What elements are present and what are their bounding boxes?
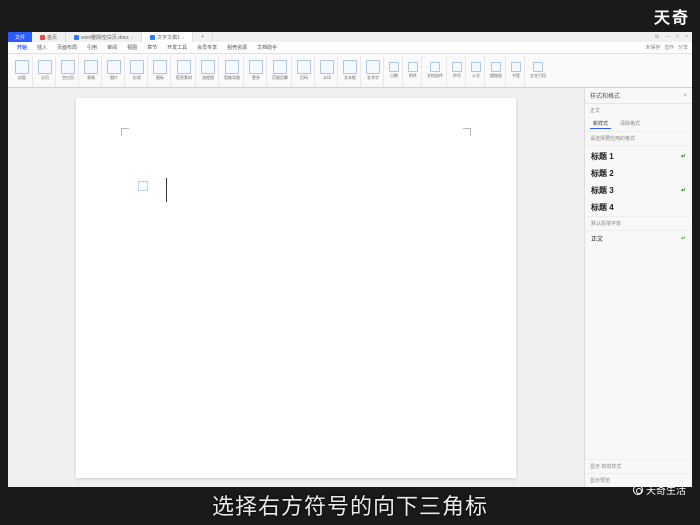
watermark-top: 天奇	[654, 4, 690, 28]
ribbon-attach[interactable]: 附件	[405, 56, 422, 86]
file-menu-button[interactable]: 文件	[8, 32, 32, 42]
tab-doc2[interactable]: 文字文稿1 ×	[142, 32, 193, 42]
close-icon[interactable]: ×	[182, 35, 184, 40]
current-style: 正文	[585, 104, 692, 117]
page[interactable]	[76, 98, 516, 478]
menu-sections[interactable]: 章节	[142, 44, 162, 51]
style-heading2[interactable]: 标题 2	[585, 165, 692, 182]
new-tab-button[interactable]: +	[193, 32, 213, 42]
ribbon-picture[interactable]: 图片	[104, 56, 125, 86]
window-controls: ⊞ — □ ×	[655, 34, 688, 40]
minimize-icon[interactable]: —	[665, 34, 670, 40]
doc-icon	[74, 35, 79, 40]
ribbon-date[interactable]: 日期	[386, 56, 403, 86]
ribbon-crossref[interactable]: 交叉引用	[527, 56, 549, 86]
tab-label: 首页	[47, 34, 57, 41]
ribbon-wordart[interactable]: 艺术字	[363, 56, 384, 86]
panel-close-icon[interactable]: ×	[683, 93, 687, 99]
ribbon-mindmap[interactable]: 思维导图	[221, 56, 244, 86]
check-icon: ↵	[681, 153, 686, 160]
workspace: 样式和格式 × 正文 新样式 清除格式 请选择要应用的格式 标题 1↵ 标题 2…	[8, 88, 692, 487]
ribbon-parts[interactable]: 文档部件	[424, 56, 447, 86]
save-status: 未保存	[645, 44, 660, 51]
panel-footer-show[interactable]: 显示 有效样式	[585, 459, 692, 473]
ribbon-header[interactable]: 页眉页脚	[269, 56, 292, 86]
menu-insert[interactable]: 插入	[32, 44, 52, 51]
menu-home[interactable]: 开始	[12, 44, 32, 51]
ribbon-cover[interactable]: 封面	[12, 56, 33, 86]
style-list: 标题 1↵ 标题 2 标题 3↵ 标题 4 默认段落字体 正文↵	[585, 146, 692, 248]
panel-tabs: 新样式 清除格式	[585, 117, 692, 132]
style-heading3[interactable]: 标题 3↵	[585, 182, 692, 199]
ribbon-equation[interactable]: 公式	[468, 56, 485, 86]
menubar: 开始 插入 页面布局 引用 审阅 视图 章节 开发工具 会员专享 稻壳资源 文档…	[8, 42, 692, 54]
panel-header: 样式和格式 ×	[585, 88, 692, 104]
video-frame: 天奇 文件 首页 word删除空白页.docx × 文字文稿1 ×	[0, 0, 700, 525]
titlebar: 文件 首页 word删除空白页.docx × 文字文稿1 × +	[8, 32, 692, 42]
panel-section-label: 请选择要应用的格式	[585, 132, 692, 146]
ribbon-material[interactable]: 稻壳素材	[173, 56, 196, 86]
tab-clear-format[interactable]: 清除格式	[617, 119, 643, 129]
app-window: 文件 首页 word删除空白页.docx × 文字文稿1 × +	[8, 32, 692, 487]
text-cursor	[166, 178, 167, 202]
close-icon[interactable]: ×	[131, 35, 133, 40]
menu-right: 未保存 협作 分享	[645, 44, 688, 51]
tab-label: word删除空白页.docx	[81, 34, 129, 41]
document-area[interactable]	[8, 88, 584, 487]
margin-corner-tr	[463, 128, 471, 136]
document-tabs: 首页 word删除空白页.docx × 文字文稿1 × +	[32, 32, 213, 42]
check-icon: ↵	[681, 187, 686, 194]
check-icon: ↵	[681, 235, 686, 242]
share-button[interactable]: 分享	[678, 44, 688, 51]
ribbon-symbol[interactable]: 符号	[449, 56, 466, 86]
style-normal[interactable]: 正文↵	[585, 230, 692, 246]
ribbon-table[interactable]: 表格	[81, 56, 102, 86]
video-subtitle: 选择右方符号的向下三角标	[0, 485, 700, 525]
ribbon-icons[interactable]: 图标	[150, 56, 171, 86]
margin-corner-tl	[121, 128, 129, 136]
ribbon-watermark[interactable]: 水印	[317, 56, 338, 86]
doc-icon	[150, 35, 155, 40]
menu-view[interactable]: 视图	[122, 44, 142, 51]
menu-layout[interactable]: 页面布局	[52, 44, 82, 51]
ribbon-flowchart[interactable]: 流程图	[198, 56, 219, 86]
menu-resources[interactable]: 稻壳资源	[222, 44, 252, 51]
tab-doc1[interactable]: word删除空白页.docx ×	[66, 32, 142, 42]
menu-vip[interactable]: 会员专享	[192, 44, 222, 51]
ribbon-pagenum[interactable]: 页码	[294, 56, 315, 86]
menu-references[interactable]: 引用	[82, 44, 102, 51]
close-window-icon[interactable]: ×	[685, 34, 688, 40]
menu-dev[interactable]: 开发工具	[162, 44, 192, 51]
style-heading1[interactable]: 标题 1↵	[585, 148, 692, 165]
maximize-icon[interactable]: □	[676, 34, 679, 40]
ribbon-pagebreak[interactable]: 分页	[35, 56, 56, 86]
style-heading4[interactable]: 标题 4	[585, 199, 692, 216]
style-default-font[interactable]: 默认段落字体	[585, 216, 692, 230]
panel-title: 样式和格式	[590, 91, 620, 100]
ribbon-blankpage[interactable]: 空白页	[58, 56, 79, 86]
tab-home[interactable]: 首页	[32, 32, 66, 42]
anchor-icon	[138, 181, 148, 191]
ribbon-link[interactable]: 超链接	[487, 56, 506, 86]
menu-assistant[interactable]: 文档助手	[252, 44, 282, 51]
styles-panel: 样式和格式 × 正文 新样式 清除格式 请选择要应用的格式 标题 1↵ 标题 2…	[584, 88, 692, 487]
grid-icon[interactable]: ⊞	[655, 34, 659, 40]
ribbon-shapes[interactable]: 形状	[127, 56, 148, 86]
ribbon-bookmark[interactable]: 书签	[508, 56, 525, 86]
menu-review[interactable]: 审阅	[102, 44, 122, 51]
ribbon-more[interactable]: 更多	[246, 56, 267, 86]
collab-button[interactable]: 협作	[664, 44, 674, 51]
tab-label: 文字文稿1	[157, 34, 180, 41]
app-icon	[40, 35, 45, 40]
ribbon-textbox[interactable]: 文本框	[340, 56, 361, 86]
tab-new-style[interactable]: 新样式	[590, 119, 611, 129]
panel-spacer	[585, 248, 692, 459]
ribbon: 封面 分页 空白页 表格 图片 形状 图标 稻壳素材 流程图 思维导图 更多 页…	[8, 54, 692, 88]
